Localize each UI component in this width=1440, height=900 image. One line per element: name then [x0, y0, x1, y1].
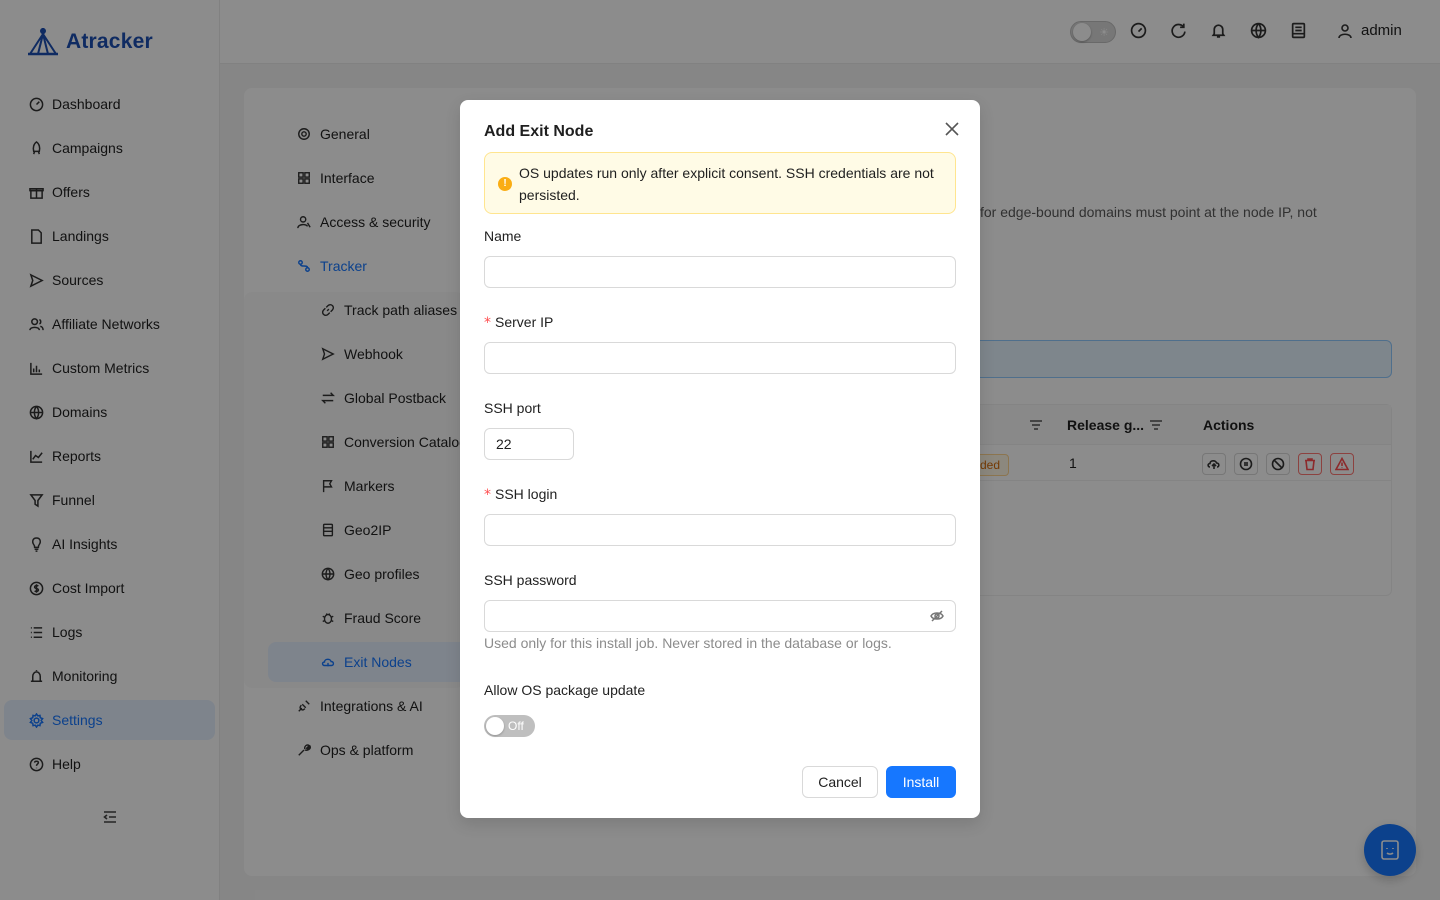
switch-knob: [486, 717, 504, 735]
ssh-password-label: SSH password: [484, 572, 577, 588]
cancel-button[interactable]: Cancel: [802, 766, 878, 798]
modal-title: Add Exit Node: [484, 123, 594, 140]
ssh-password-help: Used only for this install job. Never st…: [484, 635, 892, 651]
ssh-port-input[interactable]: [484, 428, 574, 460]
os-update-switch[interactable]: Off: [484, 715, 535, 737]
ssh-port-label: SSH port: [484, 400, 541, 416]
os-update-label: Allow OS package update: [484, 682, 646, 698]
warning-alert: ! OS updates run only after explicit con…: [484, 152, 956, 214]
required-mark: *: [484, 487, 491, 503]
add-exit-node-modal: Add Exit Node ! OS updates run only afte…: [460, 100, 980, 818]
ssh-login-label: * SSH login: [484, 486, 558, 503]
server-ip-input[interactable]: [484, 342, 956, 374]
close-icon[interactable]: [942, 119, 962, 139]
name-label: Name: [484, 228, 522, 244]
switch-state: Off: [508, 719, 524, 733]
alert-text: OS updates run only after explicit conse…: [519, 165, 934, 203]
ssh-login-input[interactable]: [484, 514, 956, 546]
eye-invisible-icon[interactable]: [930, 609, 944, 623]
server-ip-label: * Server IP: [484, 314, 554, 331]
ssh-password-input[interactable]: [484, 600, 956, 632]
install-button[interactable]: Install: [886, 766, 956, 798]
required-mark: *: [484, 315, 491, 331]
name-input[interactable]: [484, 256, 956, 288]
exclamation-icon: !: [498, 177, 512, 191]
